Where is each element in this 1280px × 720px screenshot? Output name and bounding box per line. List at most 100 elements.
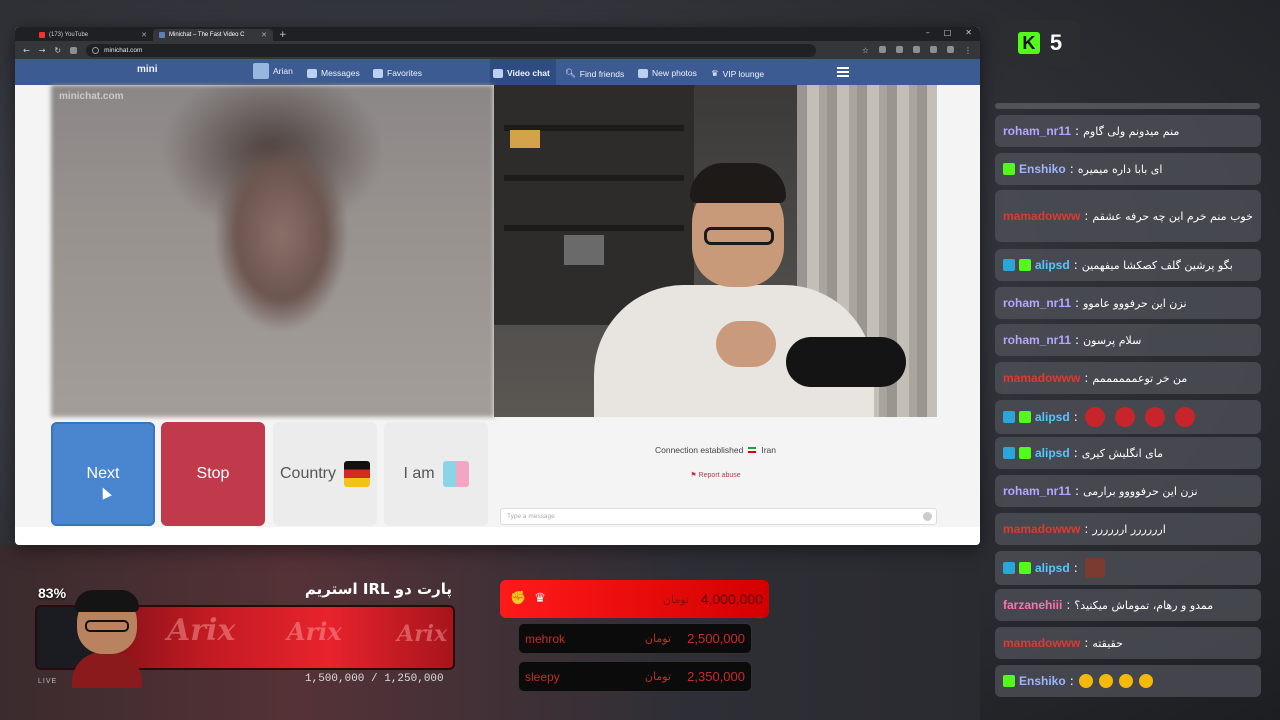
donation-goal: 1,500,000 / 1,250,000	[305, 673, 444, 685]
chat-username[interactable]: roham_nr11	[1003, 124, 1071, 138]
window-controls: – □ ✕	[926, 28, 972, 37]
chat-username[interactable]: mamadowww	[1003, 209, 1080, 223]
chat-separator: :	[1073, 258, 1078, 272]
reload-icon[interactable]: ↻	[54, 46, 61, 55]
avatar	[253, 63, 269, 79]
video-chat-area: minichat.com Next Stop Country I am Conn…	[15, 85, 980, 527]
chat-text: منم میدونم ولی گاوم	[1083, 124, 1180, 138]
next-button[interactable]: Next	[51, 422, 155, 526]
chat-message: farzanehiii: ممدو و رهام، تموماش میکنید؟	[995, 589, 1261, 621]
chat-text: خوب منم خرم این چه حرفه عشقم	[1092, 209, 1253, 223]
donation-amount: 2,350,000	[687, 669, 745, 684]
logo-text: mini	[137, 64, 158, 75]
nav-label: Arian	[273, 66, 293, 76]
chat-text: بگو پرشین گلف کصکشا میفهمین	[1081, 258, 1233, 272]
nav-vip-lounge[interactable]: ♛ VIP lounge	[711, 68, 764, 79]
chat-text: ارررررر ارررررر	[1092, 522, 1166, 536]
banner-logo-text: Arix	[397, 621, 448, 647]
close-icon[interactable]: ✕	[141, 31, 147, 39]
chat-username[interactable]: farzanehiii	[1003, 598, 1062, 612]
kick-badge-icon	[1003, 675, 1015, 687]
chat-username[interactable]: alipsd	[1035, 446, 1070, 460]
chat-text: سلام پرسون	[1083, 333, 1142, 347]
viewer-count: 5	[1049, 30, 1063, 55]
chat-username[interactable]: roham_nr11	[1003, 333, 1071, 347]
kick-badge-icon	[1019, 562, 1031, 574]
chat-separator: :	[1084, 209, 1089, 223]
chat-username[interactable]: mamadowww	[1003, 522, 1080, 536]
chat-username[interactable]: roham_nr11	[1003, 484, 1071, 498]
hamburger-menu-icon[interactable]	[837, 67, 849, 79]
download-icon[interactable]	[930, 45, 937, 53]
extension-icon[interactable]	[896, 45, 903, 53]
close-icon[interactable]: ✕	[261, 31, 267, 39]
streamer-avatar	[72, 590, 142, 688]
chat-message: roham_nr11: نزن این حرفوووو برارمی	[995, 475, 1261, 507]
site-info-icon[interactable]	[92, 46, 100, 54]
chat-username[interactable]: alipsd	[1035, 258, 1070, 272]
glasses	[704, 227, 774, 245]
crown-icon: ♛	[711, 68, 719, 78]
back-icon[interactable]: ←	[23, 46, 30, 55]
forward-icon[interactable]: →	[39, 46, 46, 55]
url-text: minichat.com	[104, 46, 143, 54]
hand	[716, 321, 776, 367]
chat-text: نزن این حرفووو عاموو	[1083, 296, 1187, 310]
search-icon: 🔍︎	[565, 68, 576, 78]
nav-user[interactable]: Arian	[253, 63, 293, 79]
banner-logo-text: Arix	[287, 617, 342, 646]
extension-icon[interactable]	[879, 45, 886, 53]
chat-username[interactable]: alipsd	[1035, 410, 1070, 424]
message-placeholder: Type a message	[507, 513, 555, 520]
bookmark-star-icon[interactable]: ☆	[862, 46, 869, 55]
extension-icon[interactable]	[913, 45, 920, 53]
laughing-emoji-icon	[1098, 674, 1113, 688]
maximize-button[interactable]: □	[944, 28, 952, 37]
devil-emote-icon	[1144, 407, 1165, 427]
profile-avatar-icon[interactable]	[947, 45, 954, 53]
nav-label: Favorites	[387, 68, 422, 78]
minichat-logo[interactable]: mini chat	[137, 64, 158, 75]
close-window-button[interactable]: ✕	[965, 28, 972, 37]
nav-messages[interactable]: Messages	[307, 68, 360, 78]
extension-icon[interactable]	[70, 46, 78, 54]
chat-username[interactable]: alipsd	[1035, 561, 1070, 575]
chat-separator: :	[1075, 296, 1080, 310]
chat-message: alipsd:	[995, 400, 1261, 434]
chat-text: من خر توعممممممم	[1092, 371, 1188, 385]
nav-find-friends[interactable]: 🔍︎ Find friends	[565, 68, 624, 79]
chat-username[interactable]: mamadowww	[1003, 636, 1080, 650]
nav-favorites[interactable]: Favorites	[373, 68, 422, 78]
stop-button[interactable]: Stop	[161, 422, 265, 526]
tab-youtube[interactable]: (173) YouTube ✕	[33, 29, 153, 41]
crown-icon: ♛	[534, 590, 546, 605]
emoji-icon[interactable]	[923, 512, 932, 521]
partner-video	[51, 85, 494, 417]
chat-username[interactable]: Enshiko	[1019, 162, 1066, 176]
envelope-icon	[307, 68, 317, 78]
chat-message: roham_nr11: نزن این حرفووو عاموو	[995, 287, 1261, 319]
live-label: LIVE	[38, 678, 58, 685]
menu-dots-icon[interactable]: ⋮	[964, 46, 972, 55]
new-tab-button[interactable]: +	[279, 29, 287, 41]
tab-label: Minichat – The Fast Video C	[169, 32, 245, 38]
gender-filter-button[interactable]: I am	[384, 422, 488, 526]
viewer-count-badge: K 5	[1000, 20, 1080, 66]
currency-label: تومان	[644, 670, 671, 683]
message-input[interactable]: Type a message	[500, 508, 937, 525]
address-bar[interactable]: minichat.com	[86, 43, 817, 57]
tab-minichat[interactable]: Minichat – The Fast Video C ✕	[153, 29, 273, 41]
emote-icon	[1084, 558, 1105, 578]
person-hair	[690, 163, 786, 203]
chat-username[interactable]: roham_nr11	[1003, 296, 1071, 310]
minimize-button[interactable]: –	[926, 28, 930, 37]
chat-message: alipsd: مای انگلیش کیری	[995, 437, 1261, 469]
chat-username[interactable]: mamadowww	[1003, 371, 1080, 385]
chat-username[interactable]: Enshiko	[1019, 674, 1066, 688]
nav-new-photos[interactable]: New photos	[638, 68, 697, 78]
youtube-icon	[39, 32, 45, 38]
report-abuse-link[interactable]: ⚑ Report abuse	[494, 471, 937, 479]
country-filter-button[interactable]: Country	[273, 422, 377, 526]
chat-separator: :	[1069, 162, 1074, 176]
nav-video-chat[interactable]: Video chat	[493, 68, 550, 78]
